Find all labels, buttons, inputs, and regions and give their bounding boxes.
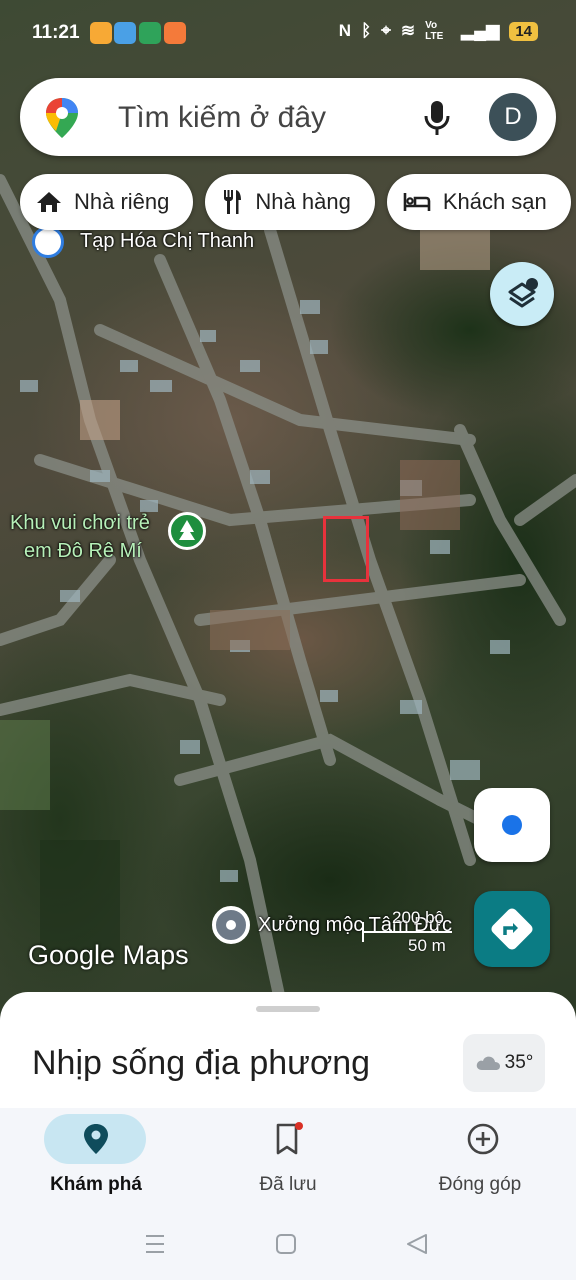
location-icon — [502, 815, 522, 835]
nav-saved-label: Đã lưu — [259, 1174, 317, 1195]
location-status-icon: ⌖ — [381, 21, 391, 40]
cloud-icon — [476, 1056, 500, 1070]
recent-apps-icon[interactable] — [146, 1235, 164, 1253]
nav-contribute-label: Đóng góp — [438, 1174, 522, 1195]
store-label[interactable]: Tạp Hóa Chị Thanh — [80, 230, 254, 253]
hotel-icon — [403, 193, 431, 211]
my-location-button[interactable] — [474, 788, 550, 862]
app-notification-icon — [90, 22, 112, 44]
directions-icon — [491, 908, 533, 950]
highlighted-plot — [323, 516, 369, 582]
chip-home[interactable]: Nhà riêng — [20, 174, 194, 230]
directions-button[interactable] — [474, 891, 550, 967]
chip-restaurant[interactable]: Nhà hàng — [205, 174, 375, 230]
home-icon — [37, 192, 61, 212]
sheet-drag-handle[interactable] — [256, 1006, 320, 1012]
add-circle-icon — [467, 1123, 499, 1155]
park-label-line1[interactable]: Khu vui chơi trẻ — [10, 512, 150, 535]
park-pin-icon[interactable] — [168, 512, 206, 550]
nfc-icon: N — [338, 21, 352, 40]
nav-saved[interactable]: Đã lưu — [192, 1108, 384, 1210]
nav-explore-label: Khám phá — [50, 1174, 142, 1195]
search-input[interactable]: Tìm kiếm ở đây — [118, 101, 326, 135]
nav-explore[interactable]: Khám phá — [0, 1108, 192, 1210]
workshop-pin-icon[interactable] — [212, 906, 250, 944]
temperature-label: 35° — [504, 1052, 534, 1073]
store-pin-icon[interactable] — [32, 226, 64, 258]
scale-top-label: 200 bộ — [392, 908, 444, 927]
status-time: 11:21 — [32, 22, 80, 43]
scale-bar — [362, 931, 452, 933]
bottom-sheet[interactable]: Nhịp sống địa phương 35° — [0, 992, 576, 1108]
chip-hotel[interactable]: Khách sạn — [386, 174, 571, 230]
bluetooth-icon: ᛒ — [361, 21, 372, 40]
category-chips: Nhà riêng Nhà hàng Khách sạn — [20, 174, 571, 230]
home-button-icon[interactable] — [276, 1234, 296, 1254]
weather-chip[interactable]: 35° — [463, 1034, 545, 1092]
nav-contribute[interactable]: Đóng góp — [384, 1108, 576, 1210]
avatar[interactable]: D — [489, 93, 537, 141]
layers-button[interactable] — [490, 262, 554, 326]
map-scale: 200 bộ 50 m — [362, 908, 454, 958]
google-maps-icon — [46, 98, 78, 138]
chip-hotel-label: Khách sạn — [442, 189, 547, 214]
heart-notification-icon — [164, 22, 186, 44]
weather-notification-icon — [114, 22, 136, 44]
shield-notification-icon — [139, 22, 161, 44]
chip-home-label: Nhà riêng — [74, 189, 170, 214]
search-bar[interactable]: Tìm kiếm ở đây D — [20, 78, 556, 156]
scale-bottom-label: 50 m — [408, 936, 446, 955]
google-maps-logo: Google Maps — [28, 940, 189, 970]
back-button-icon[interactable] — [407, 1234, 427, 1254]
wifi-icon: ≋ — [400, 21, 416, 40]
explore-pin-icon — [84, 1124, 108, 1154]
lte-indicator: Vo LTE — [425, 20, 444, 42]
status-bar: 11:21 N ᛒ ⌖ ≋ Vo LTE ▂▄▆ 14 — [0, 0, 576, 66]
system-navigation-bar — [0, 1210, 576, 1280]
mic-icon[interactable] — [422, 98, 452, 138]
bookmark-icon — [276, 1122, 303, 1155]
layers-icon — [508, 278, 538, 308]
signal-icon: ▂▄▆ — [461, 21, 500, 40]
battery-indicator: 14 — [509, 21, 538, 41]
chip-restaurant-label: Nhà hàng — [255, 189, 351, 214]
bottom-navigation: Khám phá Đã lưu Đóng góp — [0, 1108, 576, 1210]
restaurant-icon — [224, 190, 242, 214]
park-label-line2[interactable]: em Đô Rê Mí — [24, 540, 142, 563]
sheet-title: Nhịp sống địa phương — [32, 1044, 371, 1082]
